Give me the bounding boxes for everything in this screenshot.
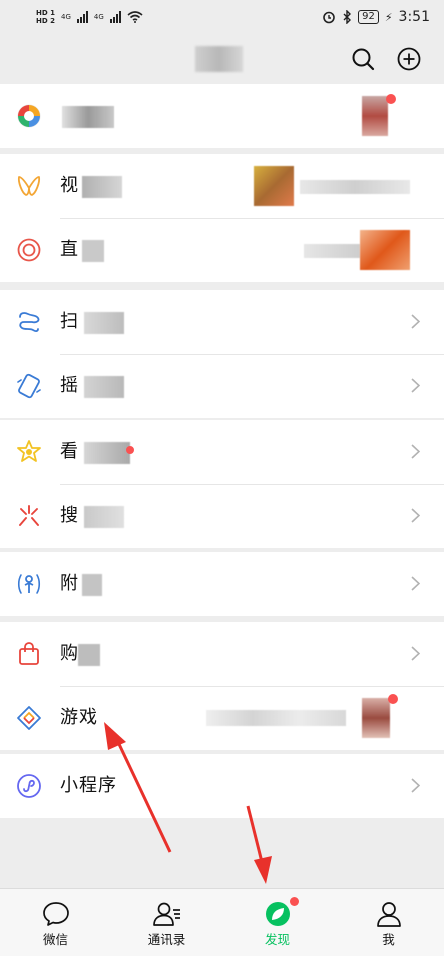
games-thumb-redacted (362, 698, 390, 738)
shopping-group: 购 游戏 (0, 622, 444, 750)
chevron-right-icon (411, 378, 420, 393)
nearby-label-redacted (82, 574, 102, 596)
shopping-icon (19, 642, 39, 665)
top-header (0, 34, 444, 84)
chevron-right-icon (411, 508, 420, 523)
channels-text-redacted (300, 180, 410, 194)
chevron-right-icon (411, 314, 420, 329)
nearby-row[interactable]: 附 (0, 552, 444, 616)
discover-icon (265, 902, 290, 926)
search-feature-row[interactable]: 搜 (0, 484, 444, 548)
me-icon (376, 902, 401, 927)
top-stories-icon (17, 440, 41, 462)
clock: 3:51 (398, 9, 430, 25)
chevron-right-icon (411, 576, 420, 591)
bottom-tab-bar: 微信 通讯录 发现 我 (0, 888, 444, 956)
search-icon[interactable] (350, 46, 376, 72)
status-right: 92 ⚡ 3:51 (322, 9, 430, 25)
live-row[interactable]: 直 (0, 218, 444, 282)
moments-icon (17, 104, 41, 128)
shake-row[interactable]: 摇 (0, 354, 444, 418)
sim-indicator: HD 1 HD 2 (36, 9, 55, 25)
tab-label: 发现 (264, 932, 290, 947)
shopping-label-redacted (78, 644, 100, 666)
channels-group: 视 直 (0, 154, 444, 282)
shopping-label: 购 (60, 643, 79, 664)
shopping-row[interactable]: 购 (0, 622, 444, 686)
scan-group: 扫 摇 (0, 290, 444, 418)
alarm-icon (323, 11, 335, 24)
scan-label-redacted (84, 312, 124, 334)
nearby-group: 附 (0, 552, 444, 616)
top-stories-label: 看 (60, 441, 79, 462)
wifi-icon (127, 11, 143, 23)
tab-chats[interactable]: 微信 (0, 889, 111, 956)
nearby-label: 附 (60, 573, 79, 594)
tab-label: 通讯录 (147, 932, 186, 947)
channels-label: 视 (60, 175, 79, 196)
signal-icon (76, 11, 88, 23)
live-label: 直 (60, 239, 79, 260)
discover-badge (289, 897, 299, 906)
games-text-redacted (206, 710, 346, 726)
moments-row[interactable] (0, 84, 444, 148)
games-icon (17, 706, 41, 730)
moments-badge (386, 94, 396, 104)
mini-programs-group: 小程序 (0, 754, 444, 818)
scan-label: 扫 (60, 311, 79, 332)
moments-avatar-redacted (362, 96, 388, 136)
games-badge (388, 694, 398, 704)
search-feature-label-redacted (84, 506, 124, 528)
games-label: 游戏 (60, 707, 98, 728)
mini-programs-label: 小程序 (60, 775, 117, 796)
tab-contacts[interactable]: 通讯录 (111, 889, 222, 956)
network-type: 4G (60, 13, 71, 21)
live-text-redacted (304, 244, 360, 258)
charging-icon: ⚡ (384, 10, 393, 24)
contacts-icon (152, 902, 180, 926)
moments-label-redacted (62, 106, 114, 128)
network-indicators: HD 1 HD 2 4G 4G (36, 9, 143, 25)
tab-discover[interactable]: 发现 (222, 889, 333, 956)
page-title-redacted (195, 46, 243, 72)
mini-programs-icon (17, 774, 41, 798)
status-bar: HD 1 HD 2 4G 4G 92 ⚡ 3:51 (0, 0, 444, 34)
scan-row[interactable]: 扫 (0, 290, 444, 354)
live-icon (17, 238, 41, 262)
add-icon[interactable] (396, 46, 422, 72)
shake-label: 摇 (60, 375, 79, 396)
chevron-right-icon (411, 778, 420, 793)
top-stories-badge (126, 446, 134, 454)
search-feature-icon (19, 505, 39, 526)
tab-label: 我 (382, 932, 395, 947)
chevron-right-icon (411, 646, 420, 661)
bluetooth-icon (343, 10, 352, 24)
top-stories-label-redacted (84, 442, 130, 464)
mini-programs-row[interactable]: 小程序 (0, 754, 444, 818)
moments-group (0, 84, 444, 148)
top-stories-group: 看 搜 (0, 420, 444, 548)
tab-label: 微信 (42, 932, 68, 947)
search-feature-label: 搜 (60, 505, 79, 526)
top-stories-row[interactable]: 看 (0, 420, 444, 484)
channels-row[interactable]: 视 (0, 154, 444, 218)
nearby-icon (17, 574, 41, 594)
chat-icon (42, 902, 69, 926)
shake-label-redacted (84, 376, 124, 398)
signal-icon (109, 11, 121, 23)
shake-icon (17, 373, 41, 399)
tab-me[interactable]: 我 (333, 889, 444, 956)
live-label-redacted (82, 240, 104, 262)
channels-icon (17, 176, 41, 196)
channels-label-redacted (82, 176, 122, 198)
games-row[interactable]: 游戏 (0, 686, 444, 750)
live-thumb-redacted (360, 230, 410, 270)
battery-icon: 92 (358, 10, 379, 24)
network-type: 4G (93, 13, 104, 21)
scan-icon (19, 312, 40, 332)
chevron-right-icon (411, 444, 420, 459)
channels-thumb-redacted (254, 166, 294, 206)
